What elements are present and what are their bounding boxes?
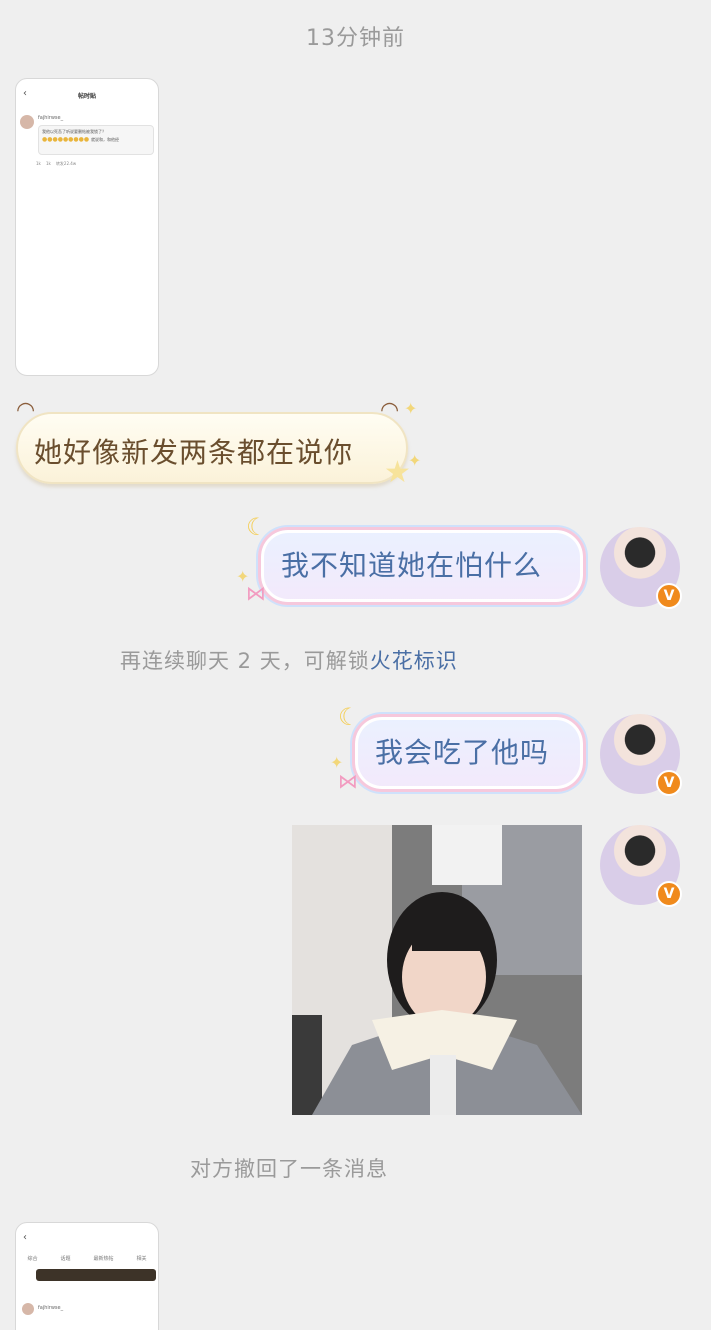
outgoing-message-bubble[interactable]: 我不知道她在怕什么 (258, 527, 586, 605)
avatar[interactable]: V (600, 527, 682, 609)
thumbnail-quote: 我他以死吾了听说要删帖被我锁了？ ●●●●●●●●● 就说和，和他经 (38, 125, 154, 155)
verified-badge: V (656, 583, 682, 609)
tab-related: 相关 (136, 1256, 147, 1262)
verified-badge: V (656, 881, 682, 907)
avatar (22, 1303, 34, 1315)
moon-icon: ☾ (246, 513, 268, 541)
quote-text: 我他以死吾了听说要删帖被我锁了？ (42, 129, 106, 134)
thumbnail-title: 帖时贴 (77, 93, 96, 100)
like-count: 1k (36, 161, 41, 166)
thumbnail-topbar: ‹ 帖时贴 (16, 79, 158, 100)
tab-latest: 最新热帖 (93, 1256, 114, 1262)
outgoing-message-text: 我会吃了他吗 (375, 736, 550, 769)
incoming-message-bubble[interactable]: 她好像新发两条都在说你 (16, 412, 408, 484)
thumbnail-image-strip (36, 1269, 156, 1281)
bow-icon: ⋈ (246, 581, 266, 605)
sparkle-icon: ✦ (404, 399, 418, 418)
spark-feature-link[interactable]: 火花标识 (370, 649, 458, 673)
avatar[interactable]: V (600, 714, 682, 796)
thumbnail-topbar: ‹ (16, 1223, 158, 1243)
avatar[interactable]: V (600, 825, 682, 907)
moon-icon: ☾ (338, 703, 360, 731)
thumbnail-tabs: 综合 话题 最新热帖 相关 (16, 1255, 158, 1262)
spark-notice: 再连续聊天 2 天，可解锁火花标识 (120, 645, 458, 675)
share-count: 转发22.4w (55, 161, 77, 166)
verified-badge: V (656, 770, 682, 796)
bow-icon: ⋈ (338, 769, 358, 793)
emoji-icon: ●●●●●●●●● 就说和，和他经 (42, 136, 120, 143)
sparkle-icon: ✦ (408, 451, 422, 470)
star-icon: ★ (384, 455, 411, 490)
outgoing-message-text: 我不知道她在怕什么 (281, 549, 543, 582)
quote-text-2: 就说和，和他经 (91, 137, 120, 142)
recall-notice: 对方撤回了一条消息 (190, 1157, 388, 1181)
timestamp: 13分钟前 (306, 26, 405, 51)
thumbnail-username: fajhirwse_ (38, 1305, 64, 1311)
photo-message[interactable] (292, 825, 582, 1115)
incoming-message-text: 她好像新发两条都在说你 (34, 436, 354, 469)
outgoing-message-bubble[interactable]: 我会吃了他吗 (352, 714, 586, 792)
tab-comprehensive: 综合 (27, 1256, 38, 1262)
shared-screenshot-thumbnail[interactable]: ‹ 帖时贴 fajhirwse_ 我他以死吾了听说要删帖被我锁了？ ●●●●●●… (15, 78, 159, 376)
spark-notice-text: 再连续聊天 2 天，可解锁 (120, 649, 370, 673)
photo-illustration (292, 825, 582, 1115)
thumbnail-actions: 1k 1k 转发22.4w (36, 161, 76, 167)
thumbnail-username: fajhirwse_ (38, 115, 64, 121)
back-icon: ‹ (23, 1232, 27, 1243)
tab-topic: 话题 (60, 1256, 71, 1262)
avatar (20, 115, 34, 129)
comment-count: 1k (45, 161, 51, 166)
shared-screenshot-thumbnail[interactable]: ‹ 综合 话题 最新热帖 相关 fajhirwse_ (15, 1222, 159, 1330)
